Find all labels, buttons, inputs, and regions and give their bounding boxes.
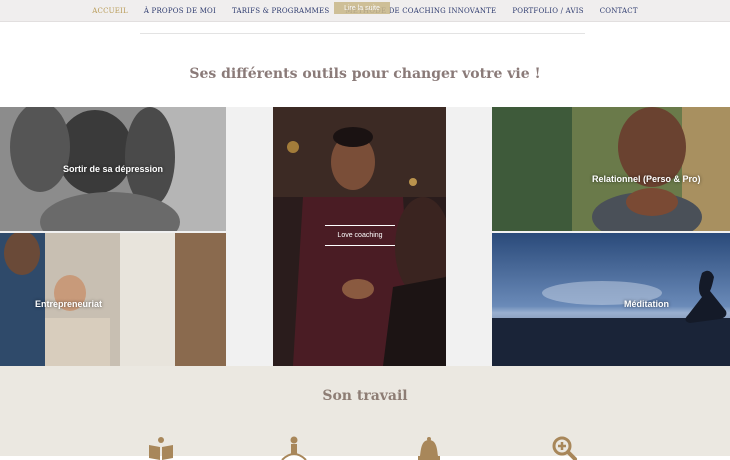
tile-depression[interactable]: Sortir de sa dépression <box>0 107 226 231</box>
person-balance-icon <box>281 436 307 460</box>
nav-item-a-propos[interactable]: À PROPOS DE MOI <box>136 7 224 15</box>
tools-section-title: Ses différents outils pour changer votre… <box>189 66 541 82</box>
tile-love-coaching[interactable]: Love coaching <box>273 107 446 366</box>
tile-label: Méditation <box>624 299 669 309</box>
zoom-in-icon[interactable] <box>550 436 578 460</box>
nav-item-portfolio[interactable]: PORTFOLIO / AVIS <box>504 7 591 15</box>
book-icon <box>149 437 173 460</box>
nav-item-tarifs[interactable]: TARIFS & PROGRAMMES <box>224 7 337 15</box>
meditation-photo <box>492 233 730 366</box>
entrepreneuriat-photo <box>0 233 226 366</box>
tile-meditation[interactable]: Méditation <box>492 233 730 366</box>
relationnel-photo <box>492 107 730 231</box>
tile-label: Entrepreneuriat <box>35 299 103 309</box>
section-divider <box>140 33 585 34</box>
tile-label: Sortir de sa dépression <box>62 164 164 174</box>
tile-relationnel[interactable]: Relationnel (Perso & Pro) <box>492 107 730 231</box>
tile-entrepreneuriat[interactable]: Entrepreneuriat <box>0 233 226 366</box>
tile-label: Love coaching <box>325 225 395 246</box>
work-section-title: Son travail <box>322 388 408 404</box>
work-section: Son travail <box>0 366 730 460</box>
read-more-button[interactable]: Lire la suite <box>334 2 390 14</box>
nav-item-contact[interactable]: CONTACT <box>592 7 646 15</box>
nav-item-accueil[interactable]: ACCUEIL <box>84 7 136 15</box>
bell-icon <box>418 437 440 460</box>
tile-label: Relationnel (Perso & Pro) <box>592 174 701 184</box>
